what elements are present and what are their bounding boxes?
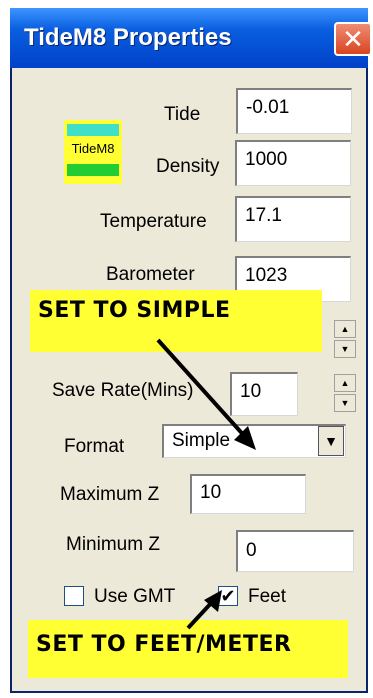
close-button[interactable]: ✕	[334, 22, 372, 56]
tide-label: Tide	[164, 104, 201, 125]
title-bar: TideM8 Properties ✕	[10, 8, 372, 68]
maximum-z-label: Maximum Z	[60, 484, 160, 505]
minimum-z-label: Minimum Z	[66, 534, 160, 555]
temperature-label: Temperature	[100, 211, 207, 232]
minimum-z-input[interactable]: 0	[236, 530, 354, 572]
save-rate-spinner[interactable]: ▲ ▼	[334, 374, 356, 412]
format-label: Format	[64, 436, 125, 457]
window-title: TideM8 Properties	[24, 24, 232, 51]
format-dropdown-arrow-icon[interactable]: ▼	[318, 426, 344, 456]
density-label: Density	[156, 156, 220, 177]
logo-teal-band	[67, 124, 119, 136]
set-to-simple-callout: SET TO SIMPLE	[30, 290, 322, 352]
density-input[interactable]: 1000	[235, 140, 351, 186]
maximum-z-input[interactable]: 10	[190, 474, 306, 514]
spinner-down-icon[interactable]: ▼	[334, 340, 356, 358]
hidden-field-spinner[interactable]: ▲ ▼	[334, 320, 356, 358]
set-to-feet-meter-callout: SET TO FEET/METER	[28, 620, 348, 678]
spinner-up-icon[interactable]: ▲	[334, 320, 356, 338]
logo-text: TideM8	[71, 141, 115, 156]
tidem8-logo-icon: TideM8	[64, 120, 122, 184]
save-rate-label: Save Rate(Mins)	[52, 380, 194, 401]
logo-green-band	[67, 164, 119, 176]
save-rate-up-icon[interactable]: ▲	[334, 374, 356, 392]
use-gmt-label: Use GMT	[94, 586, 176, 607]
feet-checkbox[interactable]: ✔	[218, 586, 238, 606]
barometer-label: Barometer	[106, 264, 195, 285]
save-rate-input[interactable]: 10	[230, 372, 298, 416]
tide-input[interactable]: -0.01	[236, 88, 352, 134]
save-rate-down-icon[interactable]: ▼	[334, 394, 356, 412]
feet-label: Feet	[248, 586, 287, 607]
use-gmt-checkbox[interactable]	[64, 586, 84, 606]
temperature-input[interactable]: 17.1	[235, 196, 351, 242]
